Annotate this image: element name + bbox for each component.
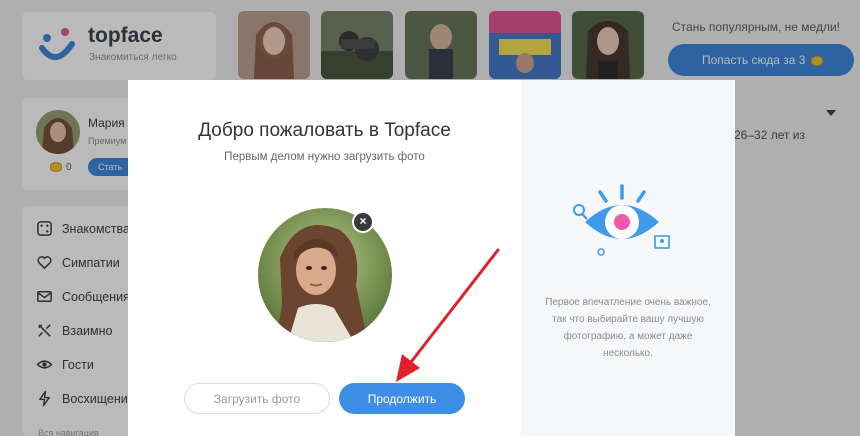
eye-illustration-icon bbox=[573, 184, 670, 256]
modal-title: Добро пожаловать в Topface bbox=[198, 120, 451, 141]
welcome-modal: Добро пожаловать в Topface Первым делом … bbox=[128, 80, 735, 436]
modal-main-panel: Добро пожаловать в Topface Первым делом … bbox=[128, 80, 521, 436]
hint-text: Первое впечатление очень важное, так что… bbox=[545, 297, 711, 359]
remove-photo-button[interactable]: × bbox=[352, 211, 374, 233]
continue-button[interactable]: Продолжить bbox=[339, 383, 465, 414]
modal-hint-panel: Первое впечатление очень важное, так что… bbox=[521, 80, 735, 436]
modal-subtitle: Первым делом нужно загрузить фото bbox=[224, 151, 425, 163]
close-icon: × bbox=[359, 214, 367, 228]
upload-photo-button[interactable]: Загрузить фото bbox=[184, 383, 330, 414]
